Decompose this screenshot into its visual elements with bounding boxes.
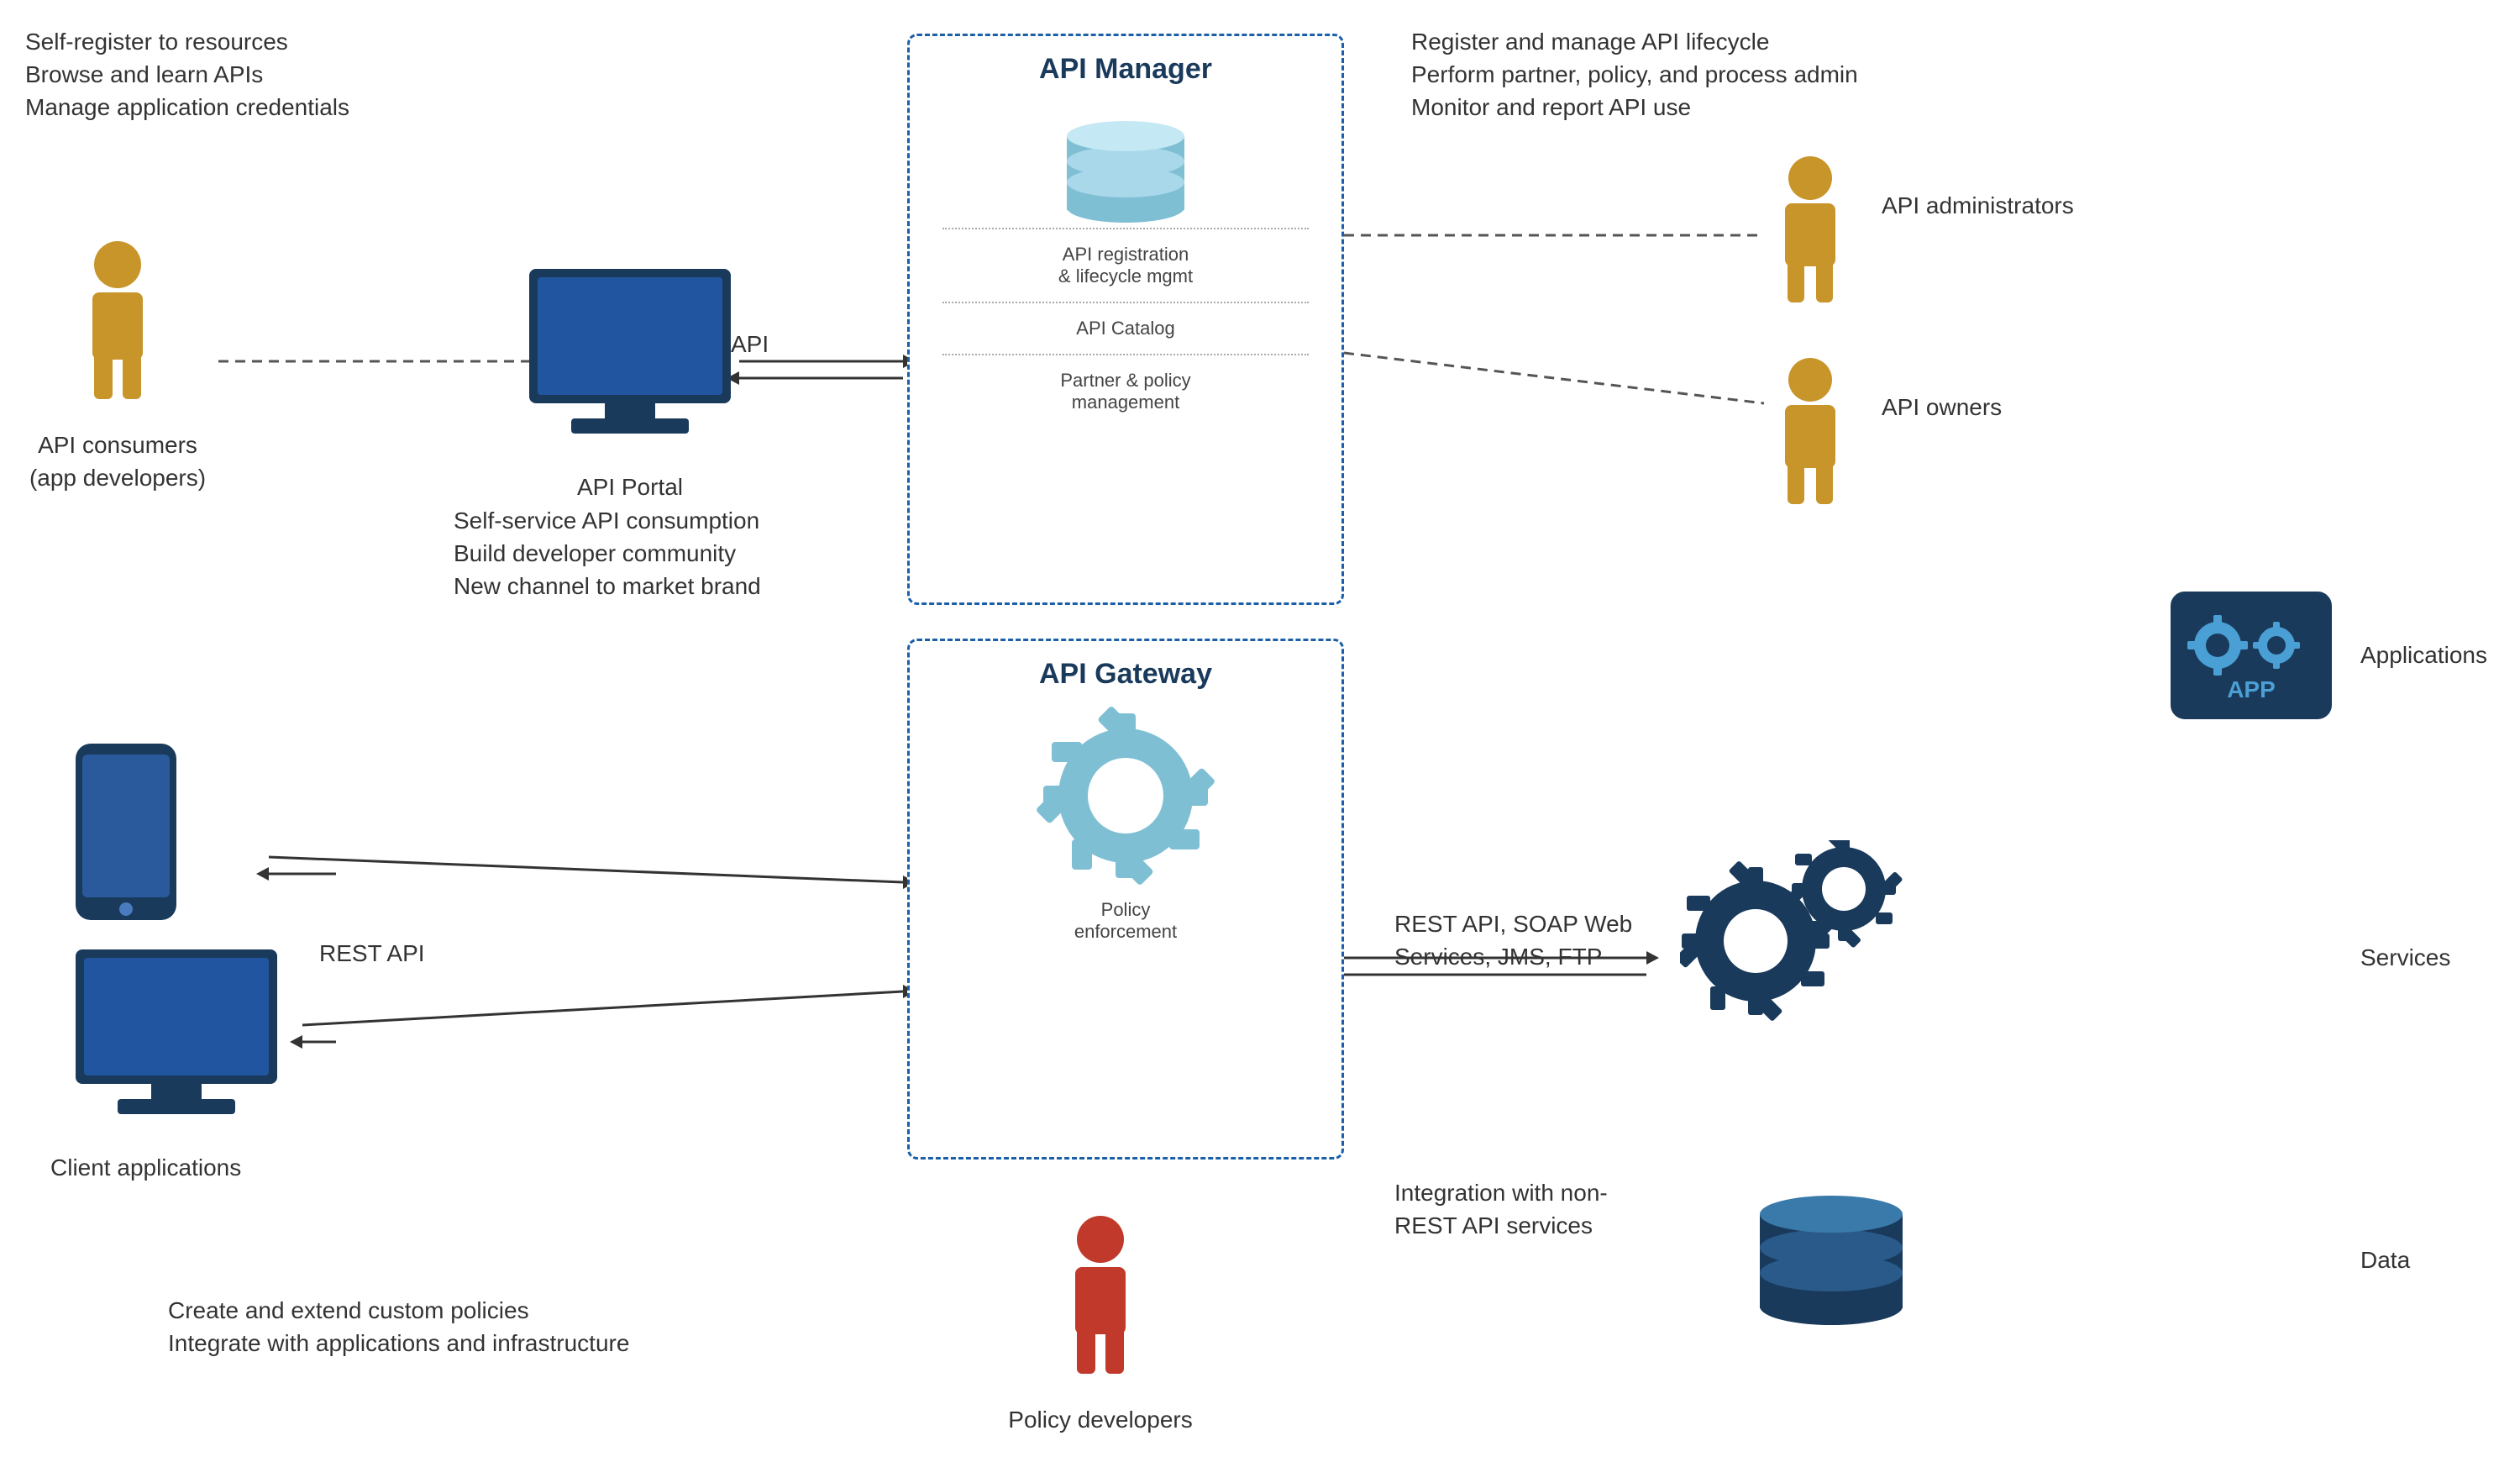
bottom-left-text: Create and extend custom policies Integr…	[168, 1294, 857, 1359]
data-cylinder-icon	[1747, 1160, 1915, 1332]
api-consumer-figure	[67, 235, 168, 408]
api-owner-label: API owners	[1882, 391, 2050, 423]
api-manager-box: API Manager API registration & lifecycle…	[907, 34, 1344, 605]
bottom-right-text: Integration with non- REST API services	[1394, 1176, 1697, 1242]
policy-developers-label: Policy developers	[949, 1403, 1252, 1436]
self-service-text: Self-service API consumption Build devel…	[454, 504, 857, 603]
services-gears-icon	[1680, 840, 1915, 1038]
services-label: Services	[2360, 941, 2450, 974]
rest-soap-label: REST API, SOAP Web Services, JMS, FTP	[1394, 907, 1697, 973]
api-manager-title: API Manager	[1039, 53, 1212, 86]
data-label: Data	[2360, 1244, 2410, 1276]
api-gateway-title: API Gateway	[1039, 658, 1212, 691]
top-right-description: Register and manage API lifecycle Perfor…	[1411, 25, 1858, 124]
api-portal-label: API Portal	[546, 471, 714, 503]
api-gateway-box: API Gateway Policy enforcement	[907, 639, 1344, 1160]
applications-label: Applications	[2360, 639, 2487, 671]
api-manager-section3: Partner & policy management	[1052, 363, 1199, 420]
api-consumer-label: API consumers (app developers)	[17, 429, 218, 494]
api-portal-icon	[521, 260, 739, 450]
rest-api-label: REST API	[319, 937, 425, 970]
applications-icon: APP	[2167, 588, 2335, 727]
top-left-description: Self-register to resources Browse and le…	[25, 25, 349, 124]
api-admin-figure	[1764, 151, 1856, 315]
svg-text:APP: APP	[2227, 676, 2276, 702]
policy-developer-figure	[1050, 1210, 1151, 1382]
api-admin-label: API administrators	[1882, 189, 2134, 222]
api-owner-figure	[1764, 353, 1856, 517]
api-manager-section2: API Catalog	[1068, 311, 1183, 346]
diagram-container: Self-register to resources Browse and le…	[0, 0, 2520, 1483]
api-gateway-section1: Policy enforcement	[1066, 892, 1185, 949]
api-manager-section1: API registration & lifecycle mgmt	[1050, 237, 1201, 294]
client-applications-label: Client applications	[50, 1151, 241, 1184]
client-monitor-icon	[67, 941, 286, 1130]
api-flow-label: API	[731, 328, 769, 360]
phone-icon	[67, 739, 185, 928]
